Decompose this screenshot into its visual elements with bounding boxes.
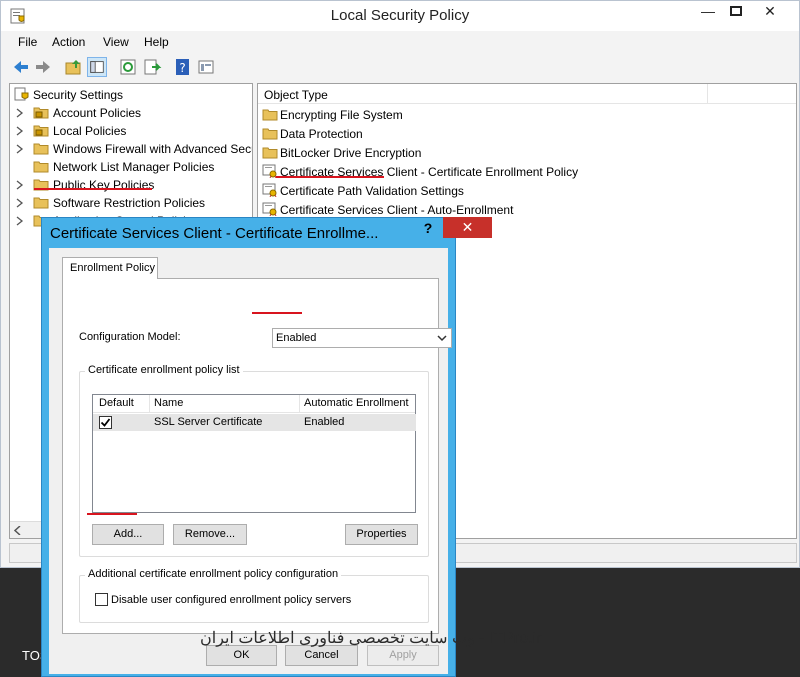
tree-item-label: Local Policies — [53, 124, 127, 138]
disable-user-servers-checkbox[interactable] — [95, 593, 108, 606]
default-checkbox[interactable] — [99, 416, 112, 429]
scroll-left-icon[interactable] — [14, 526, 22, 535]
folder-icon — [262, 109, 278, 121]
list-item-label: Data Protection — [280, 127, 363, 141]
menu-file[interactable]: File — [18, 35, 37, 49]
folder-icon — [262, 128, 278, 140]
policy-folder-icon — [33, 107, 49, 119]
config-model-label: Configuration Model: — [79, 331, 181, 343]
list-column-header[interactable]: Object Type — [258, 84, 796, 104]
annotation-underline-public-key — [34, 188, 152, 190]
menu-bar: File Action View Help — [1, 32, 799, 52]
dialog-help-button[interactable]: ? — [414, 218, 442, 238]
config-model-value: Enabled — [276, 332, 317, 344]
window-title: Local Security Policy — [330, 7, 470, 24]
tree-root-label: Security Settings — [33, 88, 124, 102]
column-object-type: Object Type — [264, 88, 328, 102]
col-name[interactable]: Name — [154, 397, 183, 409]
config-model-dropdown[interactable]: Enabled — [272, 328, 452, 348]
maximize-icon — [730, 6, 742, 16]
table-header: Default Name Automatic Enrollment — [93, 395, 415, 413]
row-auto-enrollment: Enabled — [304, 416, 345, 428]
enrollment-policy-table[interactable]: Default Name Automatic Enrollment SSL Se… — [92, 394, 416, 513]
policy-folder-icon — [33, 125, 49, 137]
dialog-title: Certificate Services Client - Certificat… — [50, 225, 379, 242]
certificate-enrollment-policy-dialog: Certificate Services Client - Certificat… — [41, 217, 541, 677]
folder-icon — [33, 161, 49, 173]
table-row[interactable]: SSL Server Certificate Enabled — [93, 414, 416, 431]
list-item-label: BitLocker Drive Encryption — [280, 146, 422, 160]
title-bar: Local Security Policy — ✕ — [1, 1, 799, 31]
menu-action[interactable]: Action — [52, 35, 85, 49]
chevron-down-icon — [437, 335, 447, 342]
folder-icon — [33, 197, 49, 209]
list-item-label: Certificate Services Client - Auto-Enrol… — [280, 203, 514, 217]
forward-icon[interactable] — [33, 57, 53, 77]
additional-config-group-title: Additional certificate enrollment policy… — [85, 568, 342, 580]
expand-arrow-icon[interactable] — [16, 126, 24, 136]
security-settings-icon — [14, 87, 29, 101]
col-separator — [149, 395, 150, 412]
properties-view-icon[interactable] — [196, 57, 216, 77]
annotation-underline-enabled — [252, 312, 302, 314]
certificate-icon — [262, 202, 277, 216]
list-item-label: Certificate Path Validation Settings — [280, 184, 464, 198]
add-button[interactable]: Add... — [92, 524, 164, 545]
maximize-button[interactable] — [719, 1, 753, 21]
expand-arrow-icon[interactable] — [16, 180, 24, 190]
tab-enrollment-policy[interactable]: Enrollment Policy — [62, 257, 158, 279]
show-hide-tree-icon[interactable] — [87, 57, 107, 77]
up-folder-icon[interactable] — [64, 57, 84, 77]
enrollment-policy-page: Configuration Model: Enabled Certificate… — [62, 278, 452, 634]
tree-item-label: Windows Firewall with Advanced Secu — [53, 142, 253, 156]
svg-text:?: ? — [179, 61, 185, 75]
checkmark-icon — [100, 418, 111, 427]
refresh-icon[interactable] — [118, 57, 138, 77]
export-list-icon[interactable] — [142, 57, 162, 77]
expand-arrow-icon[interactable] — [16, 144, 24, 154]
close-button[interactable]: ✕ — [753, 1, 787, 21]
apply-button[interactable]: Apply — [367, 645, 439, 666]
col-separator — [299, 395, 300, 412]
folder-icon — [262, 147, 278, 159]
back-icon[interactable] — [11, 57, 31, 77]
dialog-body: Enrollment Policy Configuration Model: E… — [49, 248, 541, 674]
menu-help[interactable]: Help — [144, 35, 169, 49]
column-divider — [707, 84, 708, 103]
menu-view[interactable]: View — [103, 35, 129, 49]
col-default[interactable]: Default — [99, 397, 134, 409]
policy-list-group-title: Certificate enrollment policy list — [85, 364, 243, 376]
annotation-underline-add — [87, 513, 137, 515]
expand-arrow-icon[interactable] — [16, 198, 24, 208]
expand-arrow-icon[interactable] — [16, 216, 24, 226]
tree-item-label: Software Restriction Policies — [53, 196, 206, 210]
remove-button[interactable]: Remove... — [173, 524, 247, 545]
tree-item-label: Network List Manager Policies — [53, 160, 215, 174]
row-name: SSL Server Certificate — [154, 416, 263, 428]
ok-button[interactable]: OK — [206, 645, 277, 666]
cancel-button[interactable]: Cancel — [285, 645, 358, 666]
annotation-underline-enrollment-policy — [276, 176, 384, 178]
tree-item-label: Account Policies — [53, 106, 142, 120]
expand-arrow-icon[interactable] — [16, 108, 24, 118]
certificate-icon — [262, 183, 277, 197]
properties-button[interactable]: Properties — [345, 524, 418, 545]
dialog-close-button[interactable]: ✕ — [443, 217, 492, 238]
help-icon[interactable]: ? — [173, 57, 193, 77]
disable-user-servers-label: Disable user configured enrollment polic… — [111, 594, 352, 606]
site-watermark: وب سایت تخصصی فناوری اطلاعات ایران - ITP… — [200, 630, 542, 647]
col-automatic-enrollment[interactable]: Automatic Enrollment — [304, 397, 409, 409]
list-item-label: Encrypting File System — [280, 108, 403, 122]
folder-icon — [33, 143, 49, 155]
toolbar: ? — [1, 53, 799, 81]
